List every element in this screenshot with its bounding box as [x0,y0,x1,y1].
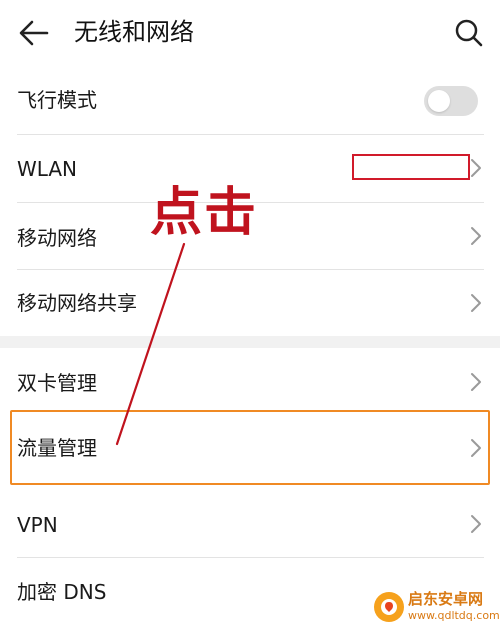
chevron-right-icon [466,512,486,536]
highlight-box [10,410,490,485]
arrow-left-icon [19,20,49,46]
wlan-status-redaction-box [352,154,470,180]
settings-item-label: 移动网络 [17,226,97,250]
section-separator [0,336,500,348]
settings-item-label: 移动网络共享 [17,291,137,315]
settings-item-label: VPN [17,513,58,537]
settings-item-label: 双卡管理 [17,371,97,395]
chevron-right-icon [466,224,486,248]
settings-item-label: WLAN [17,157,78,181]
page-title: 无线和网络 [74,18,194,46]
settings-item-vpn[interactable]: VPN [0,490,500,556]
app-header: 无线和网络 [0,0,500,66]
airplane-mode-toggle[interactable] [424,86,478,116]
search-button[interactable] [448,12,490,54]
watermark-title: 启东安卓网 [408,590,484,608]
back-button[interactable] [14,14,54,52]
settings-item-label: 飞行模式 [17,88,97,112]
watermark: 启东安卓网 www.qdltdq.com [370,586,500,628]
toggle-knob [428,90,450,112]
settings-item-tethering[interactable]: 移动网络共享 [0,270,500,336]
watermark-url: www.qdltdq.com [408,609,500,622]
chevron-right-icon [466,370,486,394]
settings-item-label: 加密 DNS [17,580,107,604]
annotation-text: 点击 [150,182,259,243]
search-icon [455,19,483,47]
settings-item-dual-sim[interactable]: 双卡管理 [0,348,500,414]
watermark-logo-icon [374,592,404,622]
chevron-right-icon [466,291,486,315]
